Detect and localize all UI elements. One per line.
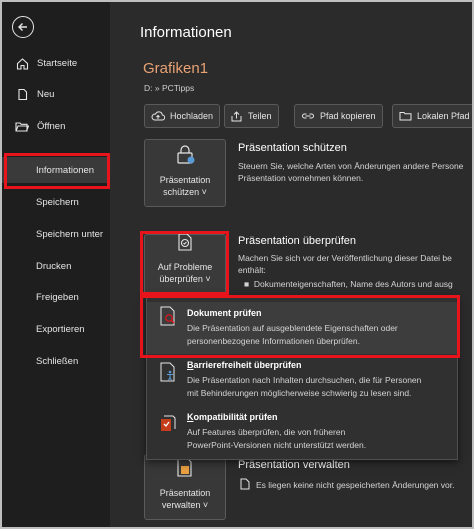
- upload-button[interactable]: Hochladen: [144, 104, 221, 128]
- local-path-label: Lokalen Pfad ko: [417, 111, 474, 121]
- folder-open-icon: [15, 119, 29, 133]
- manage-button-line1: Präsentation: [159, 488, 211, 498]
- menu-item-title-rest: ompatibilität prüfen: [193, 412, 278, 422]
- share-button[interactable]: Teilen: [224, 104, 279, 128]
- open-local-path-button[interactable]: Lokalen Pfad ko: [392, 104, 474, 128]
- menu-item-check-compatibility[interactable]: Kompatibilität prüfen Auf Features überp…: [147, 410, 457, 458]
- sidebar-item-export[interactable]: Exportieren: [2, 316, 110, 342]
- document-icon: [240, 478, 250, 494]
- sidebar-item-label: Schließen: [36, 355, 79, 367]
- page-title: Informationen: [140, 24, 232, 41]
- manage-desc: Es liegen keine nicht gespeicherten Ände…: [240, 478, 454, 494]
- copy-path-button[interactable]: Pfad kopieren: [294, 104, 383, 128]
- sidebar-item-close[interactable]: Schließen: [2, 348, 110, 374]
- menu-item-title: Barrierefreiheit überprüfen: [187, 360, 302, 370]
- menu-item-desc-line1: Die Präsentation nach Inhalten durchsuch…: [187, 375, 422, 385]
- highlight-box-inspect-document: [140, 295, 460, 358]
- protect-button-line2: schützen ˅: [163, 187, 207, 197]
- manage-presentation-button[interactable]: Präsentation verwalten ˅: [144, 454, 226, 520]
- sidebar-item-label: Startseite: [37, 57, 78, 69]
- protect-desc-line2: Präsentation vornehmen können.: [238, 173, 364, 183]
- arrow-left-icon: [18, 23, 27, 31]
- sidebar-item-home[interactable]: Startseite: [2, 50, 110, 76]
- manage-title: Präsentation verwalten: [238, 459, 350, 471]
- protect-presentation-button[interactable]: Präsentation schützen ˅: [144, 139, 226, 207]
- sidebar-item-label: Drucken: [36, 260, 72, 272]
- upload-label: Hochladen: [170, 111, 214, 121]
- compatibility-icon: [159, 414, 177, 434]
- highlight-box-inspect-button: [140, 231, 229, 295]
- protect-desc-line1: Steuern Sie, welche Arten von Änderungen…: [238, 161, 464, 171]
- inspect-desc-line2: enthält:: [238, 265, 266, 275]
- backstage-sidebar: Startseite Neu Öffnen Informationen Spei…: [2, 2, 110, 527]
- sidebar-item-print[interactable]: Drucken: [2, 253, 110, 279]
- protect-button-line1: Präsentation: [159, 175, 211, 185]
- sidebar-item-save[interactable]: Speichern: [2, 189, 110, 215]
- highlight-box-info: [4, 153, 110, 189]
- sidebar-item-label: Freigeben: [36, 291, 79, 303]
- sidebar-item-share[interactable]: Freigeben: [2, 284, 110, 310]
- back-button[interactable]: [12, 16, 34, 38]
- new-document-icon: [15, 87, 29, 101]
- menu-item-desc-line2: PowerPoint-Versionen nicht unterstützt w…: [187, 440, 367, 450]
- cloud-upload-icon: [151, 111, 165, 121]
- sidebar-item-label: Neu: [37, 88, 55, 100]
- sidebar-item-open[interactable]: Öffnen: [2, 113, 110, 139]
- file-name: Grafiken1: [143, 60, 209, 77]
- protect-title: Präsentation schützen: [238, 142, 347, 154]
- sidebar-item-label: Exportieren: [36, 323, 85, 335]
- menu-item-desc-line1: Auf Features überprüfen, die von frühere…: [187, 427, 346, 437]
- sidebar-item-new[interactable]: Neu: [2, 81, 110, 107]
- share-label: Teilen: [248, 111, 272, 121]
- inspect-bullet-1-text: Dokumenteigenschaften, Name des Autors u…: [253, 279, 453, 289]
- menu-item-desc-line2: mit Behinderungen möglicherweise schwier…: [187, 388, 412, 398]
- manage-button-line2: verwalten ˅: [161, 500, 209, 510]
- menu-item-title: Kompatibilität prüfen: [187, 412, 278, 422]
- lock-icon: [174, 143, 196, 168]
- share-icon: [231, 110, 243, 122]
- sidebar-item-label: Öffnen: [37, 120, 66, 132]
- inspect-bullet-1: ■ Dokumenteigenschaften, Name des Autors…: [244, 279, 453, 289]
- file-path: D: » PCTipps: [144, 83, 195, 93]
- folder-icon: [399, 111, 412, 121]
- copy-path-label: Pfad kopieren: [320, 111, 376, 121]
- accessibility-icon: [159, 362, 177, 382]
- sidebar-item-label: Speichern unter: [36, 228, 104, 240]
- inspect-title: Präsentation überprüfen: [238, 235, 357, 247]
- menu-item-check-accessibility[interactable]: Barrierefreiheit überprüfen Die Präsenta…: [147, 358, 457, 406]
- sidebar-item-label: Speichern: [36, 196, 79, 208]
- manage-desc-text: Es liegen keine nicht gespeicherten Ände…: [256, 480, 455, 490]
- link-icon: [301, 111, 315, 121]
- home-icon: [15, 56, 29, 70]
- sidebar-item-save-as[interactable]: Speichern unter: [2, 221, 110, 247]
- inspect-desc-line1: Machen Sie sich vor der Veröffentlichung…: [238, 253, 452, 263]
- menu-item-title-rest: arrierefreiheit überprüfen: [193, 360, 302, 370]
